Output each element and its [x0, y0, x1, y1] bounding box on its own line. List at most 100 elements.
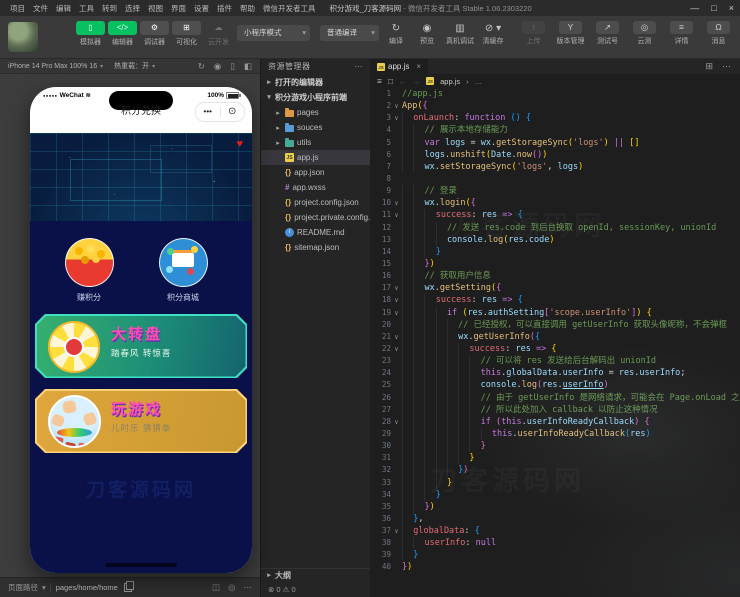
tool-editor[interactable]: </>编辑器 — [108, 21, 137, 47]
tree-item-project-private-config-js-[interactable]: {}project.private.config.js… — [261, 210, 370, 225]
shortcut-points-mall[interactable]: 积分商城 — [152, 238, 214, 303]
more-icon[interactable]: ⋯ — [244, 582, 253, 593]
tree-item-souces[interactable]: ▸souces — [261, 120, 370, 135]
device-frame-icon[interactable]: ▯ — [230, 61, 235, 72]
menu-item-转到[interactable]: 转到 — [98, 3, 121, 14]
hot-reload-toggle[interactable]: 热重载：开 — [114, 61, 149, 71]
indent-guide — [413, 124, 424, 136]
menu-item-设置[interactable]: 设置 — [190, 3, 213, 14]
cloud-test-button[interactable]: ◎云测 — [629, 21, 660, 46]
tree-item-sitemap-json[interactable]: {}sitemap.json — [261, 240, 370, 255]
code-token: : — [472, 294, 482, 306]
messages-button[interactable]: Ω消息 — [703, 21, 734, 46]
tool-simulator[interactable]: ▯模拟器 — [76, 21, 105, 47]
fold-arrow-icon[interactable]: ∨ — [391, 331, 402, 343]
breadcrumb-more[interactable]: … — [475, 77, 483, 86]
fold-arrow-icon[interactable]: ∨ — [391, 112, 402, 124]
circuit-banner[interactable]: ♥ — [30, 133, 252, 221]
compile-button[interactable]: ↻编译 — [384, 22, 408, 46]
more-dots-icon[interactable]: ••• — [196, 99, 220, 125]
tool-cloud-dev[interactable]: ☁云开发 — [204, 21, 233, 47]
back-arrow-icon[interactable]: ← — [399, 77, 407, 86]
device-selector[interactable]: iPhone 14 Pro Max 100% 16 — [8, 63, 97, 70]
json-file-icon: {} — [285, 198, 291, 207]
menu-item-视图[interactable]: 视图 — [144, 3, 167, 14]
tree-item-readme-md[interactable]: iREADME.md — [261, 225, 370, 240]
points-mall-icon[interactable] — [159, 238, 208, 287]
card-lucky-wheel[interactable]: 大转盘 踏春风 转惊喜 — [35, 314, 247, 378]
tree-item-app-json[interactable]: {}app.json — [261, 165, 370, 180]
menu-item-帮助[interactable]: 帮助 — [236, 3, 259, 14]
menu-item-文件[interactable]: 文件 — [29, 3, 52, 14]
real-device-debug-button[interactable]: ▥真机调试 — [446, 22, 474, 46]
earn-points-icon[interactable] — [65, 238, 114, 287]
preview-button[interactable]: ◉预览 — [415, 22, 439, 46]
tree-item-pages[interactable]: ▸pages — [261, 105, 370, 120]
tree-item-app-js[interactable]: JSapp.js — [261, 150, 370, 165]
code-area[interactable]: 1//app.js2∨App({3∨onLaunch: function () … — [370, 88, 740, 597]
menu-item-编辑[interactable]: 编辑 — [52, 3, 75, 14]
menu-item-界面[interactable]: 界面 — [167, 3, 190, 14]
shortcut-earn-points[interactable]: 赚积分 — [58, 238, 120, 303]
dock-panel-icon[interactable]: ◧ — [244, 61, 252, 72]
problems-status[interactable]: ⊗ 0 ⚠ 0 — [261, 583, 370, 597]
minimize-button[interactable]: — — [690, 3, 699, 13]
section-open-editors[interactable]: ▸ 打开的编辑器 — [261, 75, 370, 90]
card-play-game[interactable]: 玩游戏 儿时乐 猜猜拳 — [35, 389, 247, 453]
menu-item-工具[interactable]: 工具 — [75, 3, 98, 14]
menu-item-微信开发者工具[interactable]: 微信开发者工具 — [259, 3, 320, 14]
open-editors-list-icon[interactable]: ≡ — [377, 76, 382, 86]
tab-app-js[interactable]: JS app.js × — [370, 59, 428, 74]
fold-arrow-icon[interactable]: ∨ — [391, 282, 402, 294]
fold-arrow-icon[interactable]: ∨ — [391, 343, 402, 355]
path-mode-selector[interactable]: 页面路径 — [8, 582, 38, 593]
more-actions-icon[interactable]: ⋯ — [722, 61, 731, 72]
code-token: Date — [491, 149, 511, 161]
fold-arrow-icon[interactable]: ∨ — [391, 100, 402, 112]
close-button[interactable]: × — [729, 3, 734, 13]
tab-close-icon[interactable]: × — [416, 62, 421, 71]
maximize-button[interactable]: □ — [711, 3, 716, 13]
screenshot-icon[interactable]: ◫ — [212, 582, 220, 593]
eye-icon[interactable]: ◎ — [228, 582, 235, 593]
test-account-button[interactable]: ↗测试号 — [592, 21, 623, 46]
user-avatar[interactable] — [8, 22, 38, 52]
fold-arrow-icon[interactable]: ∨ — [391, 416, 402, 428]
fold-arrow-icon[interactable]: ∨ — [391, 294, 402, 306]
tree-item-utils[interactable]: ▸utils — [261, 135, 370, 150]
tool-visualization[interactable]: ⊞可视化 — [172, 21, 201, 47]
finger-guessing-icon — [48, 395, 101, 448]
copy-path-icon[interactable] — [124, 583, 132, 592]
bookmark-icon[interactable]: □ — [388, 76, 393, 86]
record-icon[interactable]: ◉ — [214, 61, 221, 72]
menu-item-项目[interactable]: 项目 — [6, 3, 29, 14]
restart-icon[interactable]: ↻ — [198, 61, 205, 72]
capsule-menu[interactable]: ••• ⊙ — [195, 102, 245, 122]
fold-arrow-icon[interactable]: ∨ — [391, 197, 402, 209]
tool-label: 模拟器 — [76, 37, 105, 47]
code-line: 2∨App({ — [370, 100, 740, 112]
clear-cache-button[interactable]: ⊘ ▾清缓存 — [481, 22, 505, 46]
tree-item-project-config-json[interactable]: {}project.config.json — [261, 195, 370, 210]
fold-arrow-icon[interactable]: ∨ — [391, 209, 402, 221]
details-button[interactable]: ≡详情 — [666, 21, 697, 46]
outline-section[interactable]: ▸ 大纲 — [261, 568, 370, 583]
fold-arrow-icon[interactable]: ∨ — [391, 525, 402, 537]
tool-debugger[interactable]: ⚙调试器 — [140, 21, 169, 47]
menu-item-选择[interactable]: 选择 — [121, 3, 144, 14]
compile-mode-dropdown[interactable]: 普通编译 — [320, 25, 379, 41]
fold-gutter — [391, 258, 402, 270]
page-title: 积分兑换 — [121, 106, 161, 117]
split-editor-icon[interactable]: ⊞ — [705, 61, 713, 72]
breadcrumb-file[interactable]: app.js — [440, 77, 460, 86]
forward-arrow-icon[interactable]: → — [413, 77, 421, 86]
menu-item-插件[interactable]: 插件 — [213, 3, 236, 14]
fold-arrow-icon[interactable]: ∨ — [391, 307, 402, 319]
section-project-root[interactable]: ▾ 积分游戏小程序前端 — [261, 90, 370, 105]
explorer-more-icon[interactable]: ⋯ — [355, 59, 364, 75]
version-manage-button[interactable]: Y版本管理 — [555, 21, 586, 46]
mode-dropdown[interactable]: 小程序模式 — [237, 25, 310, 41]
tree-item-app-wxss[interactable]: #app.wxss — [261, 180, 370, 195]
indent-guide — [469, 428, 480, 440]
close-circle-icon[interactable]: ⊙ — [221, 99, 245, 125]
